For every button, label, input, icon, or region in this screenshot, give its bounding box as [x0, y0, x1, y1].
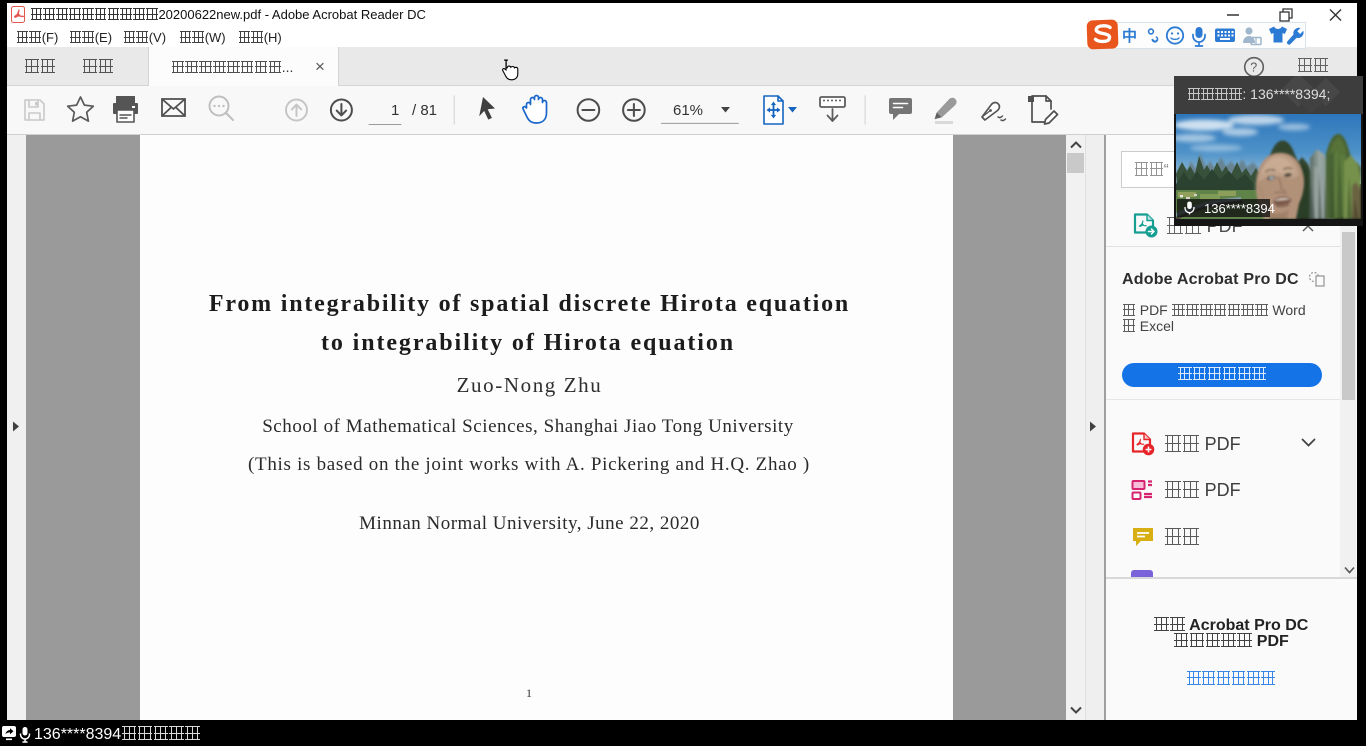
svg-text:61%: 61% — [673, 102, 703, 119]
svg-text:中: 中 — [1122, 27, 1137, 45]
svg-text:?: ? — [1250, 61, 1257, 75]
svg-text:/ 81: / 81 — [412, 102, 437, 119]
svg-text:1: 1 — [391, 102, 399, 119]
